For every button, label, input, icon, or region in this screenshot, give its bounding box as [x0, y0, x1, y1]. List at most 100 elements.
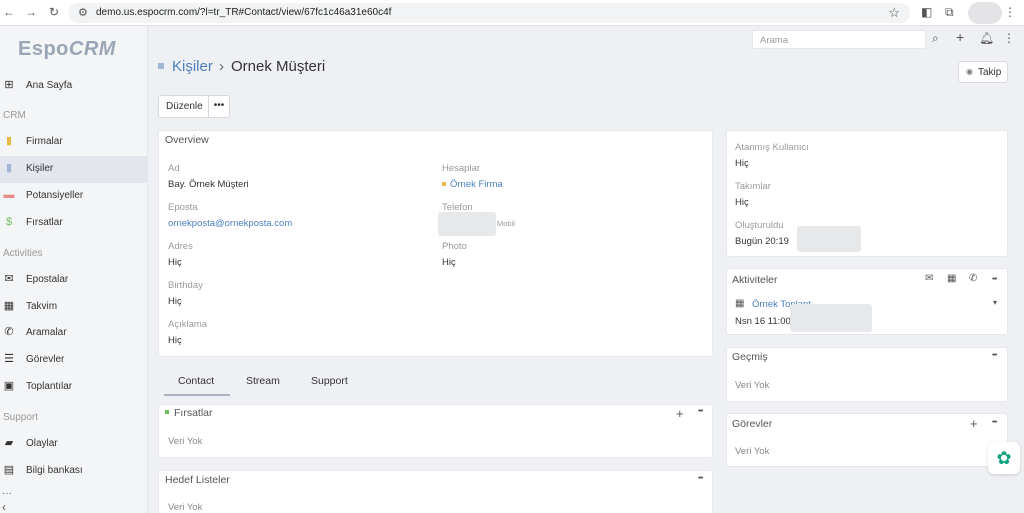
global-search-input[interactable]: Arama: [752, 30, 926, 49]
quick-create-icon[interactable]: +: [956, 29, 964, 45]
activity-dropdown-icon[interactable]: ▾: [993, 298, 997, 307]
sidebar-more-icon[interactable]: ···: [2, 488, 12, 499]
rss-icon: ◉: [966, 67, 973, 76]
book-icon: ▤: [3, 464, 15, 476]
group-label-activities: Activities: [3, 248, 43, 259]
site-settings-icon[interactable]: ⚙: [78, 6, 88, 19]
field-value-eposta[interactable]: ornekposta@ornekposta.com: [168, 218, 292, 229]
grid-icon: ⊞: [4, 79, 14, 91]
compose-email-icon[interactable]: ✉: [925, 273, 933, 284]
field-label-hesaplar: Hesaplar: [442, 163, 481, 174]
target-lists-title: Hedef Listeler: [165, 474, 230, 486]
tab-contact[interactable]: Contact: [178, 375, 214, 387]
field-value-adres: Hiç: [168, 257, 182, 268]
sidebar-item-firmalar[interactable]: ▮ Firmalar: [0, 129, 148, 156]
sidebar-item-bilgi-bankasi[interactable]: ▤ Bilgi bankası: [0, 458, 148, 485]
sidebar-item-kisiler[interactable]: ▮ Kişiler: [0, 156, 148, 183]
search-icon[interactable]: ⌕: [932, 31, 939, 46]
activities-more-icon[interactable]: •••: [992, 276, 997, 283]
dollar-icon: $: [5, 216, 13, 228]
tab-support[interactable]: Support: [311, 375, 348, 387]
sidebar-item-gorevler[interactable]: ☰ Görevler: [0, 347, 148, 374]
profile-avatar[interactable]: [968, 2, 1002, 24]
activity-item-date: Nsn 16 11:00: [735, 316, 791, 327]
sidebar-item-epostalar[interactable]: ✉ Epostalar: [0, 267, 148, 294]
contact-card-icon: ▮: [5, 162, 13, 174]
field-value-hesaplar[interactable]: Örnek Firma: [450, 179, 503, 190]
forward-icon[interactable]: →: [24, 5, 38, 19]
sidebar-item-ana-sayfa[interactable]: ⊞ Ana Sayfa: [0, 73, 148, 100]
meeting-icon: ▦: [735, 298, 745, 309]
sidebar-item-olaylar[interactable]: ▰ Olaylar: [0, 431, 148, 458]
browser-toolbar: ← → ↻ ⚙ demo.us.espocrm.com/?l=tr_TR#Con…: [0, 0, 1024, 26]
sidebar-item-aramalar[interactable]: ✆ Aramalar: [0, 320, 148, 347]
back-icon[interactable]: ←: [2, 5, 16, 19]
user-menu-icon[interactable]: ⋮: [1003, 31, 1015, 45]
sidebar-item-toplantilar[interactable]: ▣ Toplantılar: [0, 374, 148, 401]
meeting-icon: ▣: [3, 380, 15, 392]
lead-card-icon: ▬: [3, 189, 15, 201]
field-label-photo: Photo: [442, 241, 467, 252]
log-call-icon[interactable]: ✆: [969, 273, 977, 284]
phone-type-label: Mobil: [497, 219, 515, 228]
breadcrumb-contacts-link[interactable]: Kişiler: [172, 58, 213, 75]
teams-value: Hiç: [735, 197, 749, 208]
field-label-eposta: Eposta: [168, 202, 198, 213]
tasks-more-icon[interactable]: •••: [992, 419, 997, 426]
field-label-aciklama: Açıklama: [168, 319, 208, 330]
add-opportunity-icon[interactable]: +: [676, 406, 684, 421]
calendar-icon: ▦: [3, 300, 15, 312]
history-more-icon[interactable]: •••: [992, 352, 997, 359]
group-label-support: Support: [3, 412, 39, 423]
activities-title: Aktiviteler: [732, 274, 778, 286]
opportunities-title: Fırsatlar: [174, 407, 213, 419]
follow-button[interactable]: ◉ Takip: [958, 61, 1008, 83]
active-tab-indicator: [164, 394, 230, 396]
browser-menu-icon[interactable]: ⋮: [1004, 5, 1016, 19]
breadcrumb-separator: ›: [219, 58, 224, 75]
target-lists-empty-text: Veri Yok: [168, 502, 203, 513]
history-panel: [726, 347, 1008, 402]
reload-icon[interactable]: ↻: [47, 5, 61, 19]
opportunities-more-icon[interactable]: •••: [698, 408, 703, 415]
url-text: demo.us.espocrm.com/?l=tr_TR#Contact/vie…: [96, 7, 392, 18]
add-task-icon[interactable]: +: [970, 416, 978, 431]
tab-stream[interactable]: Stream: [246, 375, 280, 387]
sidebar-item-takvim[interactable]: ▦ Takvim: [0, 294, 148, 321]
address-bar[interactable]: ⚙ demo.us.espocrm.com/?l=tr_TR#Contact/v…: [68, 3, 910, 23]
field-label-adres: Adres: [168, 241, 193, 252]
extensions-icon[interactable]: ⧉: [945, 5, 954, 20]
tasks-empty-text: Veri Yok: [735, 446, 770, 457]
created-label: Oluşturuldu: [735, 220, 784, 231]
group-label-crm: CRM: [3, 110, 26, 121]
teams-label: Takımlar: [735, 181, 771, 192]
edit-button[interactable]: Düzenle: [158, 95, 209, 118]
target-lists-more-icon[interactable]: •••: [698, 475, 703, 482]
collapse-sidebar-icon[interactable]: ‹: [2, 500, 6, 513]
tab-search-icon[interactable]: ◧: [921, 5, 932, 19]
more-actions-button[interactable]: •••: [208, 95, 230, 118]
target-lists-panel: [158, 470, 713, 513]
field-value-photo: Hiç: [442, 257, 456, 268]
contact-entity-icon: [158, 63, 164, 69]
sidebar-item-firsatlar[interactable]: $ Fırsatlar: [0, 210, 148, 237]
assigned-user-value: Hiç: [735, 158, 749, 169]
espocrm-logo[interactable]: EspoCRM: [18, 38, 116, 61]
overview-title: Overview: [165, 134, 209, 146]
schedule-meeting-icon[interactable]: ▦: [947, 273, 957, 284]
building-icon: ▮: [5, 135, 13, 147]
tasks-title: Görevler: [732, 418, 773, 430]
field-value-aciklama: Hiç: [168, 335, 182, 346]
overview-panel: [158, 130, 713, 357]
assigned-user-label: Atanmış Kullanıcı: [735, 142, 809, 153]
chatgpt-extension-icon[interactable]: ✿: [988, 442, 1020, 474]
briefcase-icon: ▰: [4, 437, 14, 449]
sidebar-item-potansiyeller[interactable]: ▬ Potansiyeller: [0, 183, 148, 210]
field-value-birthday: Hiç: [168, 296, 182, 307]
field-label-birthday: Birthday: [168, 280, 203, 291]
tasks-icon: ☰: [4, 353, 14, 365]
created-by-redacted: [797, 226, 861, 252]
notifications-bell-icon[interactable]: 🔔︎: [979, 31, 994, 45]
bookmark-star-icon[interactable]: ☆: [888, 5, 900, 21]
opportunity-dot-icon: [165, 410, 169, 414]
